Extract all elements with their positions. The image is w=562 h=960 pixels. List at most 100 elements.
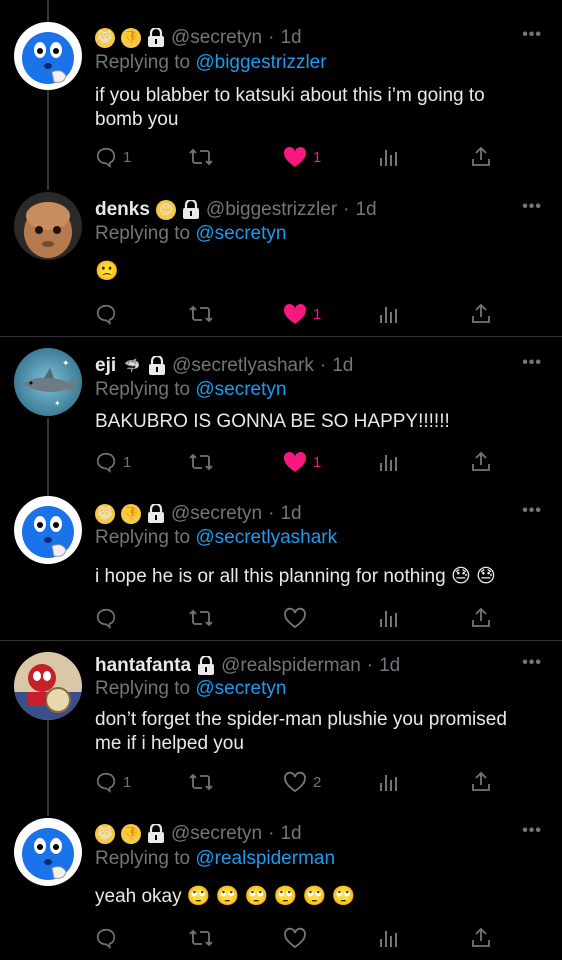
tweet-text-line: BAKUBRO IS GONNA BE SO HAPPY!!!!!! <box>95 411 450 432</box>
timestamp[interactable]: 1d <box>280 502 301 526</box>
lock-icon <box>148 504 164 523</box>
share-icon <box>472 927 490 947</box>
mention-link[interactable]: @secretyn <box>195 678 286 699</box>
timestamp[interactable]: 1d <box>280 26 301 50</box>
views-button[interactable] <box>379 770 399 794</box>
mention-link[interactable]: @realspiderman <box>195 848 335 869</box>
share-button[interactable] <box>470 606 492 630</box>
separator: · <box>319 355 327 376</box>
more-options-icon[interactable]: ••• <box>522 198 542 216</box>
retweet-button[interactable] <box>188 770 220 794</box>
share-button[interactable] <box>470 926 492 950</box>
author-handle[interactable]: @realspiderman <box>221 654 361 678</box>
tweet-text-line: i hope he is or all this planning for no… <box>95 566 496 587</box>
avatar[interactable] <box>14 652 82 720</box>
mention-link[interactable]: @secretyn <box>195 223 286 244</box>
mention-link[interactable]: @biggestrizzler <box>195 52 326 73</box>
like-button[interactable]: 1 <box>283 450 321 474</box>
timestamp[interactable]: 1d <box>379 654 400 678</box>
svg-text:✦: ✦ <box>62 359 70 369</box>
like-button[interactable]: 1 <box>283 302 321 326</box>
reply-button[interactable]: 1 <box>95 770 131 794</box>
action-bar: 1 <box>95 302 515 326</box>
views-button[interactable] <box>379 145 399 169</box>
replying-to-prefix: Replying to <box>95 379 191 400</box>
tweet-header: denks 😊 @biggestrizzler · 1d <box>95 198 522 222</box>
reply-icon <box>96 928 116 949</box>
separator: · <box>366 655 374 676</box>
more-options-icon[interactable]: ••• <box>522 354 542 372</box>
timestamp[interactable]: 1d <box>280 822 301 846</box>
more-options-icon[interactable]: ••• <box>522 822 542 840</box>
mention-link[interactable]: @secretlyashark <box>195 527 337 548</box>
reply-count: 1 <box>123 453 132 471</box>
retweet-icon <box>189 929 213 947</box>
heart-outline-icon <box>284 771 306 793</box>
share-button[interactable] <box>470 450 492 474</box>
heart-outline-icon <box>284 927 306 949</box>
more-options-icon[interactable]: ••• <box>522 502 542 520</box>
separator: · <box>268 27 275 48</box>
author-name[interactable]: hantafanta <box>95 654 191 678</box>
tweet-header: 😹 👎 @secretyn · 1d <box>95 822 522 846</box>
retweet-button[interactable] <box>188 302 220 326</box>
retweet-button[interactable] <box>188 450 220 474</box>
retweet-button[interactable] <box>188 145 220 169</box>
author-handle[interactable]: @secretyn <box>171 502 262 526</box>
views-button[interactable] <box>379 606 399 630</box>
reply-button[interactable] <box>95 606 123 630</box>
like-button[interactable]: 2 <box>283 770 321 794</box>
separator: · <box>343 199 350 220</box>
more-options-icon[interactable]: ••• <box>522 26 542 44</box>
replying-to: Replying to @secretlyashark <box>95 526 337 550</box>
views-icon <box>380 611 397 627</box>
replying-to: Replying to @realspiderman <box>95 847 335 871</box>
retweet-icon <box>189 773 213 791</box>
reply-button[interactable]: 1 <box>95 145 131 169</box>
avatar[interactable] <box>14 22 82 90</box>
more-options-icon[interactable]: ••• <box>522 654 542 672</box>
mention-link[interactable]: @secretyn <box>195 379 286 400</box>
views-button[interactable] <box>379 926 399 950</box>
share-button[interactable] <box>470 302 492 326</box>
tweet-text: 🙁 <box>95 260 538 284</box>
avatar[interactable] <box>14 192 82 260</box>
views-icon <box>380 150 397 166</box>
author-name[interactable]: eji <box>95 354 116 378</box>
replying-to-prefix: Replying to <box>95 527 191 548</box>
emoji: 🦈 <box>124 358 141 373</box>
reply-button[interactable] <box>95 302 123 326</box>
author-handle[interactable]: @secretyn <box>171 822 262 846</box>
views-button[interactable] <box>379 302 399 326</box>
share-icon <box>472 303 490 323</box>
share-button[interactable] <box>470 145 492 169</box>
author-handle[interactable]: @secretlyashark <box>172 354 314 378</box>
tweet-text-line: if you blabber to katsuki about this i’m… <box>95 85 485 106</box>
author-handle[interactable]: @biggestrizzler <box>206 198 337 222</box>
author-handle[interactable]: @secretyn <box>171 26 262 50</box>
avatar[interactable]: ✦ ✦ <box>14 348 82 416</box>
reply-button[interactable]: 1 <box>95 450 131 474</box>
timestamp[interactable]: 1d <box>332 354 353 378</box>
views-icon <box>380 307 397 323</box>
avatar[interactable] <box>14 496 82 564</box>
thread-line <box>47 0 49 22</box>
lock-icon <box>182 200 199 219</box>
share-button[interactable] <box>470 770 492 794</box>
emoji: 😹 <box>95 824 115 844</box>
like-button[interactable] <box>283 606 313 630</box>
tweet-text-line: me if i helped you <box>95 733 244 754</box>
retweet-button[interactable] <box>188 926 220 950</box>
svg-text:✦: ✦ <box>54 399 61 408</box>
author-name[interactable]: denks <box>95 198 150 222</box>
like-button[interactable]: 1 <box>283 145 321 169</box>
avatar[interactable] <box>14 818 82 886</box>
retweet-button[interactable] <box>188 606 220 630</box>
views-button[interactable] <box>379 450 399 474</box>
timestamp[interactable]: 1d <box>355 198 376 222</box>
views-icon <box>380 455 397 471</box>
tweet-text: i hope he is or all this planning for no… <box>95 565 538 589</box>
reply-icon <box>96 452 116 473</box>
reply-button[interactable] <box>95 926 123 950</box>
like-button[interactable] <box>283 926 313 950</box>
